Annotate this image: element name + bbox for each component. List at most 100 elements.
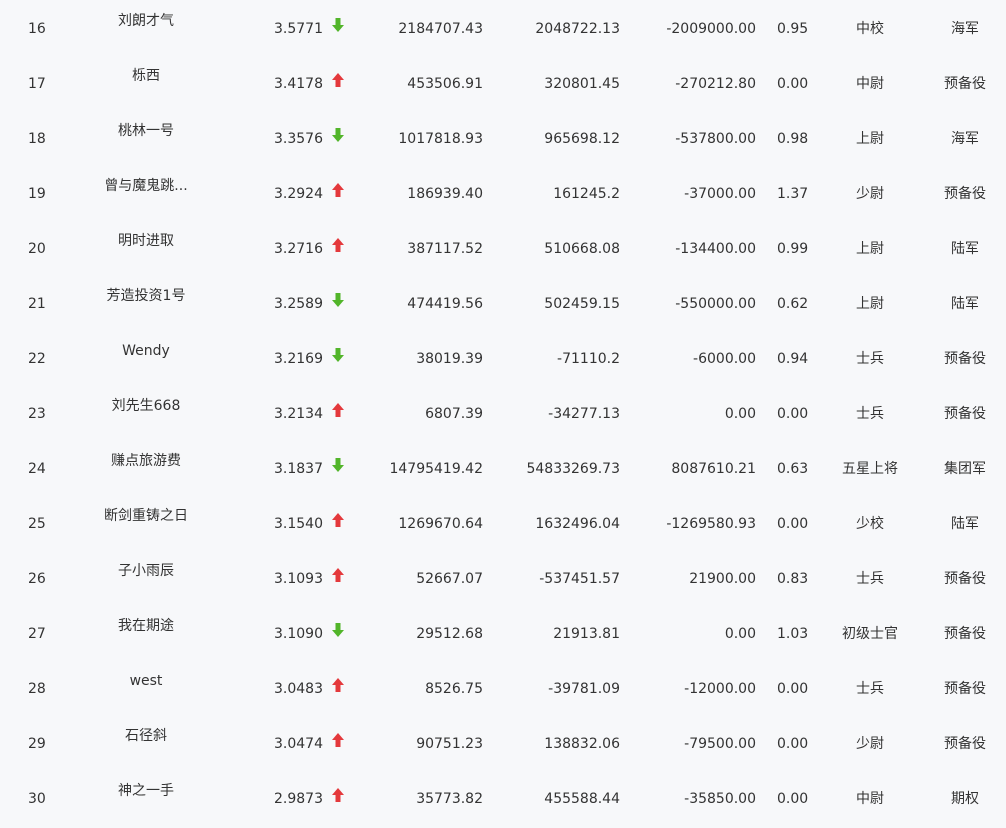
military-rank: 五星上将 [842, 461, 898, 477]
account-name-link[interactable]: Wendy [86, 342, 206, 360]
account-name-link[interactable]: 子小雨辰 [86, 562, 206, 580]
account-name-link[interactable]: 断剑重铸之日 [86, 507, 206, 525]
rank-number: 18 [28, 131, 46, 147]
military-rank: 中尉 [856, 791, 884, 807]
table-row[interactable]: 24 赚点旅游费 3.1837 14795419.42 54833269.73 80876… [0, 441, 1006, 496]
value-col-4: 0.99 [777, 241, 809, 257]
score-value: 3.1090 [274, 626, 323, 642]
value-col-2: -71110.2 [557, 351, 620, 367]
military-rank: 上尉 [856, 131, 884, 147]
account-name-link[interactable]: 曾与魔鬼跳... [86, 177, 206, 195]
account-name-link[interactable]: 我在期途 [86, 617, 206, 635]
account-name-link[interactable]: 刘朗才气 [86, 12, 206, 30]
value-col-3: -270212.80 [675, 76, 756, 92]
table-row[interactable]: 23 刘先生668 3.2134 6807.39 -34277.13 0.00 0.00 士兵… [0, 386, 1006, 441]
table-row[interactable]: 19 曾与魔鬼跳... 3.2924 186939.40 161245.2 -37000.… [0, 166, 1006, 221]
value-col-2: 320801.45 [544, 76, 620, 92]
arrow-down-icon [331, 347, 345, 363]
value-col-1: 90751.23 [416, 736, 483, 752]
value-col-2: 510668.08 [544, 241, 620, 257]
arrow-up-icon [331, 402, 345, 418]
account-name-link[interactable]: 栎西 [86, 67, 206, 85]
military-rank: 士兵 [856, 571, 884, 587]
account-name-link[interactable]: 赚点旅游费 [86, 452, 206, 470]
table-row[interactable]: 22 Wendy 3.2169 38019.39 -71110.2 -6000.00 0.9… [0, 331, 1006, 386]
table-row[interactable]: 29 石径斜 3.0474 90751.23 138832.06 -79500.00 0.0… [0, 716, 1006, 771]
table-row[interactable]: 20 明时进取 3.2716 387117.52 510668.08 -134400.00… [0, 221, 1006, 276]
value-col-4: 0.95 [777, 21, 809, 37]
value-col-4: 0.00 [777, 406, 809, 422]
account-name-link[interactable]: 明时进取 [86, 232, 206, 250]
value-col-4: 0.00 [777, 791, 809, 807]
value-col-2: 502459.15 [544, 296, 620, 312]
military-rank: 少尉 [856, 736, 884, 752]
value-col-4: 0.00 [777, 681, 809, 697]
value-col-1: 1269670.64 [398, 516, 483, 532]
rank-number: 27 [28, 626, 46, 642]
value-col-1: 2184707.43 [398, 21, 483, 37]
arrow-up-icon [331, 567, 345, 583]
account-name-link[interactable]: 桃林一号 [86, 122, 206, 140]
rank-number: 30 [28, 791, 46, 807]
table-row[interactable]: 17 栎西 3.4178 453506.91 320801.45 -270212.80 0.… [0, 56, 1006, 111]
arrow-up-icon [331, 732, 345, 748]
military-rank: 少校 [856, 516, 884, 532]
account-name-link[interactable]: 石径斜 [86, 727, 206, 745]
table-row[interactable]: 21 芳造投资1号 3.2589 474419.56 502459.15 -550000.… [0, 276, 1006, 331]
value-col-2: 161245.2 [553, 186, 620, 202]
table-row[interactable]: 18 桃林一号 3.3576 1017818.93 965698.12 -537800.0… [0, 111, 1006, 166]
score-value: 3.0483 [274, 681, 323, 697]
military-rank: 上尉 [856, 296, 884, 312]
value-col-4: 0.98 [777, 131, 809, 147]
table-row[interactable]: 26 子小雨辰 3.1093 52667.07 -537451.57 21900.00 0.… [0, 551, 1006, 606]
value-col-2: -39781.09 [548, 681, 620, 697]
value-col-2: 1632496.04 [535, 516, 620, 532]
branch-label: 预备役 [944, 186, 986, 202]
value-col-3: 8087610.21 [671, 461, 756, 477]
account-name-link[interactable]: 神之一手 [86, 782, 206, 800]
arrow-down-icon [331, 622, 345, 638]
branch-label: 陆军 [951, 241, 979, 257]
branch-label: 预备役 [944, 681, 986, 697]
table-row[interactable]: 16 刘朗才气 3.5771 2184707.43 2048722.13 -2009000… [0, 1, 1006, 56]
arrow-up-icon [331, 237, 345, 253]
value-col-2: -34277.13 [548, 406, 620, 422]
account-name-link[interactable]: 刘先生668 [86, 397, 206, 415]
branch-label: 集团军 [944, 461, 986, 477]
branch-label: 陆军 [951, 296, 979, 312]
value-col-3: -134400.00 [675, 241, 756, 257]
table-row[interactable]: 27 我在期途 3.1090 29512.68 21913.81 0.00 1.03 初级士官… [0, 606, 1006, 661]
value-col-1: 14795419.42 [389, 461, 483, 477]
score-value: 3.4178 [274, 76, 323, 92]
value-col-1: 1017818.93 [398, 131, 483, 147]
value-col-3: -35850.00 [684, 791, 756, 807]
score-value: 3.0474 [274, 736, 323, 752]
value-col-1: 29512.68 [416, 626, 483, 642]
value-col-3: 21900.00 [689, 571, 756, 587]
score-value: 3.2589 [274, 296, 323, 312]
value-col-1: 186939.40 [407, 186, 483, 202]
score-value: 3.3576 [274, 131, 323, 147]
score-value: 3.2169 [274, 351, 323, 367]
value-col-3: -37000.00 [684, 186, 756, 202]
table-row[interactable]: 28 west 3.0483 8526.75 -39781.09 -12000.00 0.0… [0, 661, 1006, 716]
table-row[interactable]: 30 神之一手 2.9873 35773.82 455588.44 -35850.00 0.… [0, 771, 1006, 826]
rank-number: 21 [28, 296, 46, 312]
arrow-up-icon [331, 677, 345, 693]
score-value: 3.2134 [274, 406, 323, 422]
arrow-up-icon [331, 182, 345, 198]
score-value: 3.1540 [274, 516, 323, 532]
table-row[interactable]: 25 断剑重铸之日 3.1540 1269670.64 1632496.04 -12695… [0, 496, 1006, 551]
military-rank: 士兵 [856, 406, 884, 422]
score-value: 3.1093 [274, 571, 323, 587]
arrow-up-icon [331, 787, 345, 803]
value-col-1: 453506.91 [407, 76, 483, 92]
military-rank: 中尉 [856, 76, 884, 92]
account-name-link[interactable]: west [86, 672, 206, 690]
arrow-down-icon [331, 127, 345, 143]
value-col-1: 474419.56 [407, 296, 483, 312]
account-name-link[interactable]: 芳造投资1号 [86, 287, 206, 305]
value-col-4: 1.37 [777, 186, 809, 202]
score-value: 3.1837 [274, 461, 323, 477]
value-col-2: 138832.06 [544, 736, 620, 752]
